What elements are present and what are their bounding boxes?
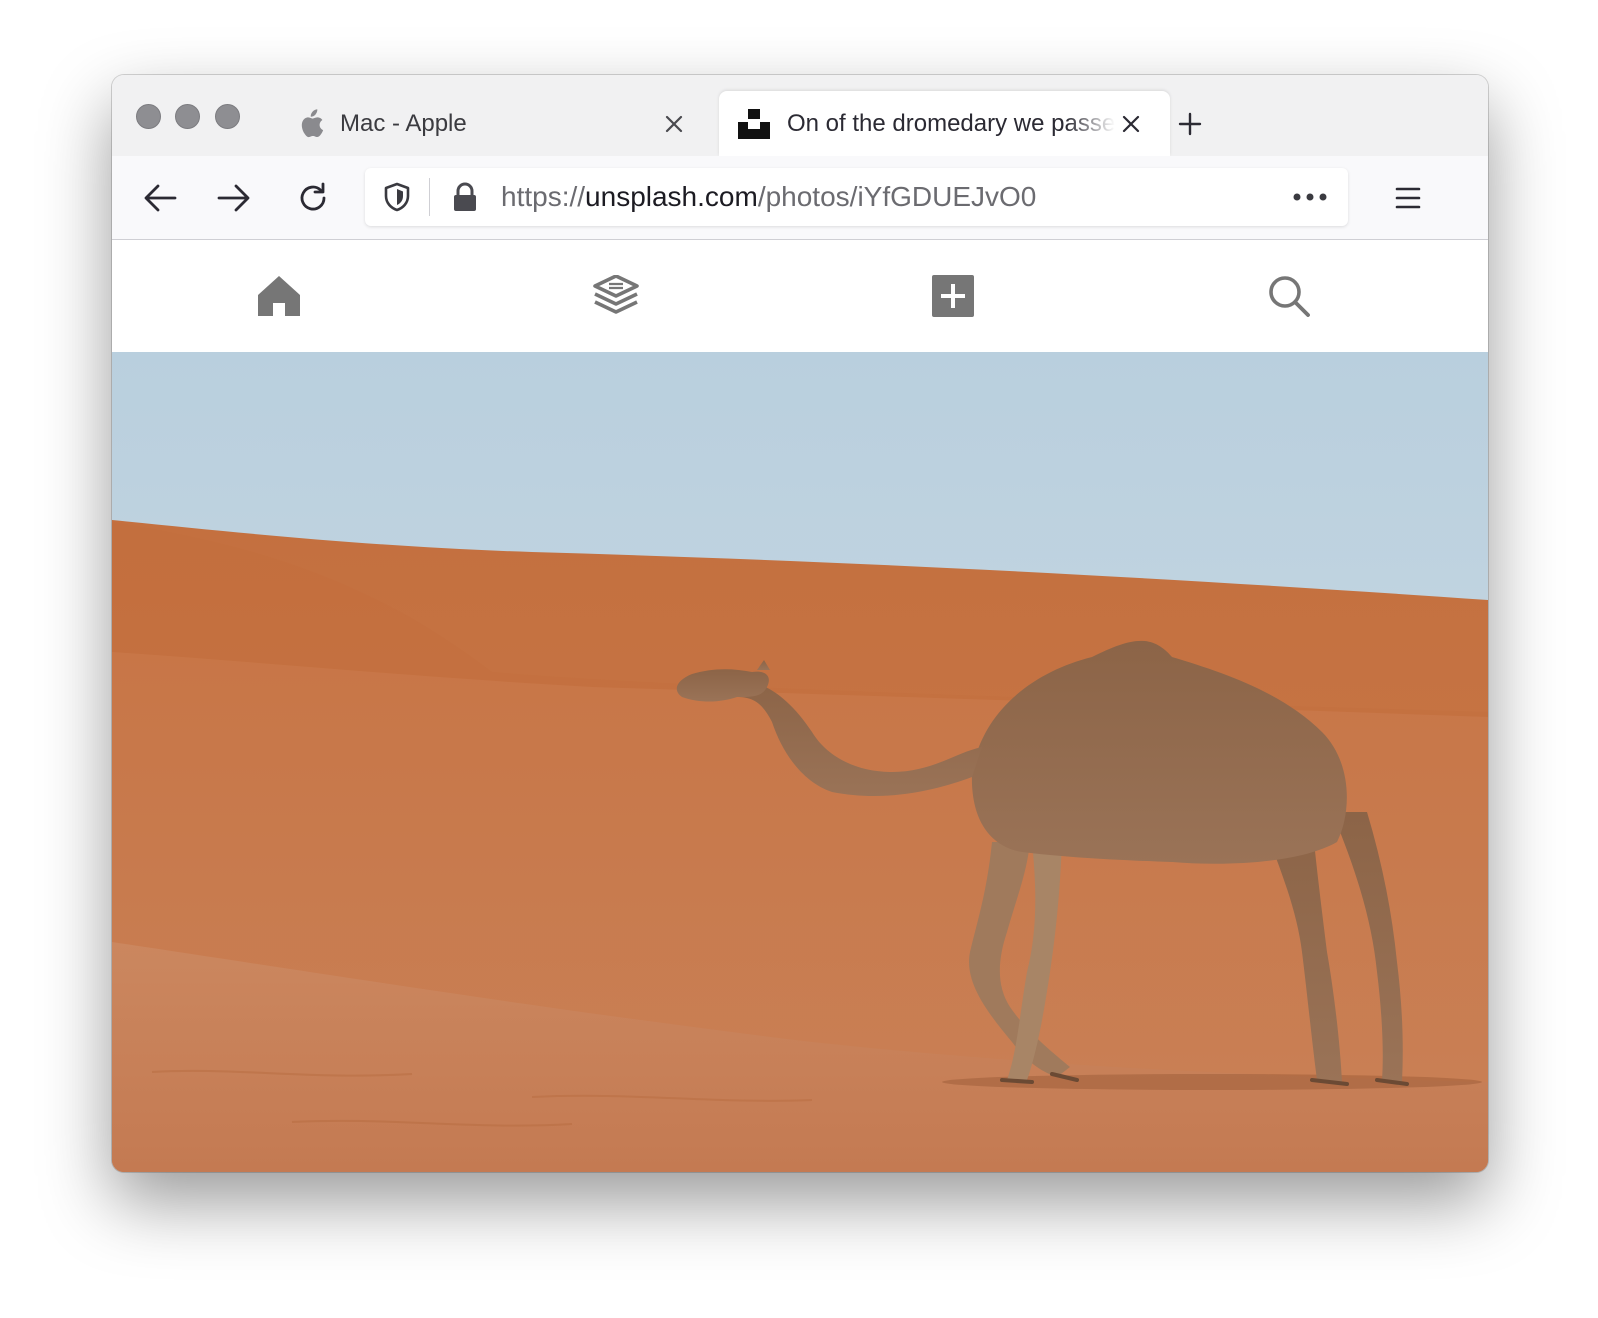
url-text[interactable]: https://unsplash.com/photos/iYfGDUEJvO0 — [501, 168, 1036, 226]
unsplash-icon — [737, 107, 771, 141]
tab-mac-apple[interactable]: Mac - Apple — [282, 91, 722, 156]
tab-title: Mac - Apple — [340, 110, 467, 137]
navigation-toolbar: https://unsplash.com/photos/iYfGDUEJvO0 — [112, 156, 1488, 240]
apple-icon — [294, 107, 328, 141]
zoom-window-button[interactable] — [215, 104, 240, 129]
close-tab-icon[interactable] — [659, 109, 689, 139]
dromedary-photo[interactable] — [112, 352, 1488, 1172]
new-tab-plus-icon[interactable] — [1173, 107, 1207, 141]
minimize-window-button[interactable] — [175, 104, 200, 129]
more-dots-icon[interactable] — [1290, 181, 1330, 213]
collections-layers-icon[interactable] — [591, 271, 641, 321]
add-photo-icon[interactable] — [928, 271, 978, 321]
tab-strip: Mac - Apple On of the dromedary we passe… — [112, 75, 1488, 156]
url-host: unsplash.com — [585, 181, 758, 212]
shield-icon[interactable] — [381, 181, 413, 213]
close-window-button[interactable] — [136, 104, 161, 129]
search-icon[interactable] — [1264, 271, 1314, 321]
lock-icon[interactable] — [449, 181, 481, 213]
home-icon[interactable] — [254, 271, 304, 321]
reload-icon[interactable] — [293, 178, 333, 218]
desert-camel-image — [112, 352, 1488, 1172]
url-separator — [429, 178, 430, 216]
close-tab-icon[interactable] — [1116, 109, 1146, 139]
url-bar[interactable]: https://unsplash.com/photos/iYfGDUEJvO0 — [365, 168, 1348, 226]
back-arrow-icon[interactable] — [140, 178, 180, 218]
url-scheme: https:// — [501, 181, 586, 212]
site-navigation — [112, 241, 1488, 352]
hamburger-menu-icon[interactable] — [1388, 178, 1428, 218]
url-path: /photos/iYfGDUEJvO0 — [757, 181, 1037, 212]
browser-window: Mac - Apple On of the dromedary we passe… — [112, 75, 1488, 1172]
tab-title: On of the dromedary we passed — [787, 110, 1115, 137]
forward-arrow-icon[interactable] — [214, 178, 254, 218]
tab-unsplash-photo[interactable]: On of the dromedary we passed — [719, 91, 1170, 156]
